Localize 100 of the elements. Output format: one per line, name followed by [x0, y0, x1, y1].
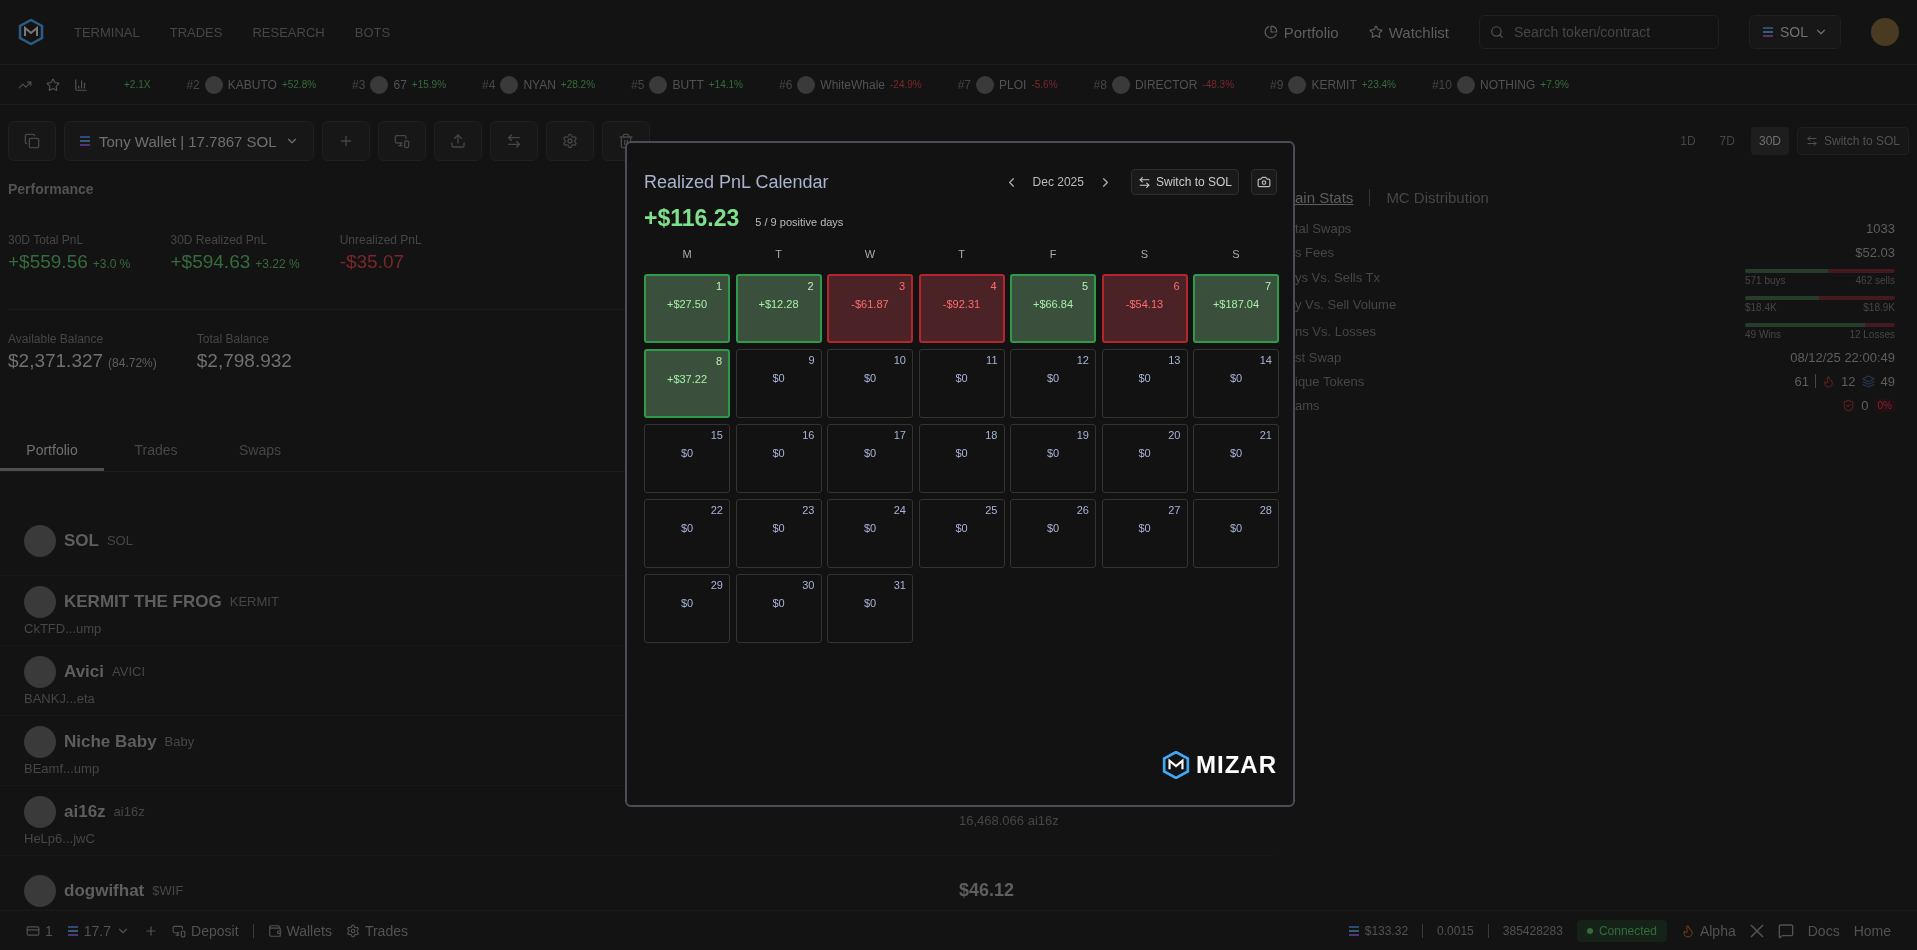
sol-icon	[66, 924, 79, 937]
sol-price: $133.32	[1347, 923, 1409, 938]
switch-currency-button[interactable]: Switch to SOL	[1796, 127, 1909, 155]
token-avatar	[500, 75, 519, 94]
token-avatar	[1111, 75, 1130, 94]
monitor-icon	[172, 923, 187, 938]
calendar-day[interactable]: 2 +$12.28	[735, 274, 822, 343]
transfer-button[interactable]	[489, 121, 538, 161]
token-avatar	[24, 874, 56, 907]
calendar-day[interactable]: 13 $0	[1101, 349, 1188, 418]
calendar-day[interactable]: 12 $0	[1010, 349, 1096, 418]
calendar-day[interactable]: 29 $0	[644, 574, 730, 643]
wallets-link[interactable]: Wallets	[267, 922, 332, 939]
calendar-day[interactable]: 30 $0	[735, 574, 822, 643]
balance-select[interactable]: 17.7	[66, 922, 131, 939]
timeframe-tab[interactable]: 30D	[1750, 127, 1789, 155]
holding-value: $46.12	[959, 880, 1015, 901]
pie-chart-icon	[1263, 25, 1278, 39]
calendar-day[interactable]: 5 +$66.84	[1010, 274, 1096, 343]
calendar-day[interactable]: 16 $0	[735, 424, 822, 493]
portfolio-link[interactable]: Portfolio	[1263, 23, 1339, 41]
calendar-day[interactable]: 20 $0	[1101, 424, 1188, 493]
token-name: Avici	[64, 661, 104, 682]
stat-value: 61	[1794, 373, 1810, 389]
calendar-day[interactable]: 9 $0	[735, 349, 822, 418]
calendar-day[interactable]: 27 $0	[1101, 499, 1188, 568]
calendar-day[interactable]: 28 $0	[1193, 499, 1279, 568]
sol-icon	[1762, 26, 1774, 38]
balance-value: $2,371.327	[8, 350, 104, 372]
calendar-day[interactable]: 4 -$92.31	[918, 274, 1005, 343]
token-avatar	[24, 585, 56, 618]
weekday-label: T	[774, 248, 783, 260]
alpha-link[interactable]: Alpha	[1680, 922, 1736, 939]
weekday-label: S	[1231, 248, 1241, 260]
deposit-link[interactable]: Deposit	[172, 922, 239, 939]
calendar-day[interactable]: 26 $0	[1010, 499, 1096, 568]
switch-currency-button[interactable]: Switch to SOL	[1130, 169, 1239, 195]
block-number: 385428283	[1502, 923, 1563, 938]
watchlist-link[interactable]: Watchlist	[1368, 23, 1449, 41]
arrows-icon	[505, 133, 522, 149]
chain-select[interactable]: SOL	[1749, 15, 1841, 49]
token-name: Niche Baby	[64, 731, 157, 752]
calendar-day[interactable]: 1 +$27.50	[644, 274, 730, 343]
upload-button[interactable]	[433, 121, 482, 161]
brand-name: MIZAR	[1196, 751, 1277, 779]
stat-value: 49	[1880, 373, 1895, 389]
monitor-button[interactable]	[377, 121, 426, 161]
month-label: Dec 2025	[1031, 175, 1085, 189]
calendar-day[interactable]: 24 $0	[827, 499, 913, 568]
avatar[interactable]	[1871, 18, 1899, 46]
x-logo-icon[interactable]	[1749, 923, 1764, 938]
chat-icon[interactable]	[1777, 922, 1794, 939]
wallet-select[interactable]: Tony Wallet | 17.7867 SOL	[64, 121, 314, 161]
calendar-day[interactable]: 15 $0	[644, 424, 730, 493]
section-title: Performance	[8, 181, 94, 197]
metric-value: +$594.63	[170, 251, 251, 273]
brand-logo-icon	[1162, 751, 1190, 779]
arrows-icon	[1137, 175, 1151, 189]
metric-change: +3.0 %	[92, 257, 131, 271]
calendar-day[interactable]: 17 $0	[827, 424, 913, 493]
calendar-day[interactable]: 25 $0	[918, 499, 1005, 568]
calendar-day[interactable]: 10 $0	[827, 349, 913, 418]
stat-value: 0	[1861, 397, 1869, 413]
calendar-day[interactable]: 3 -$61.87	[827, 274, 913, 343]
calendar-day[interactable]: 31 $0	[827, 574, 913, 643]
footer-link[interactable]: Home	[1853, 922, 1891, 939]
flame-icon	[1822, 374, 1836, 388]
settings-button[interactable]	[545, 121, 594, 161]
token-avatar	[797, 75, 816, 94]
token-avatar	[24, 524, 56, 557]
search-icon	[1490, 25, 1504, 39]
positive-days: 5 / 9 positive days	[755, 216, 844, 228]
calendar-day[interactable]: 14 $0	[1193, 349, 1279, 418]
calendar-day[interactable]: 22 $0	[644, 499, 730, 568]
dialog-title: Realized PnL Calendar	[644, 171, 829, 193]
token-avatar	[1456, 75, 1475, 94]
wallet-icon	[267, 923, 282, 938]
calendar-day[interactable]: 11 $0	[918, 349, 1005, 418]
calendar-day[interactable]: 7 +$187.04	[1193, 274, 1279, 343]
star-icon[interactable]	[46, 77, 60, 92]
copy-icon	[24, 133, 40, 149]
copy-button[interactable]	[8, 121, 56, 161]
footer-link[interactable]: Docs	[1807, 922, 1840, 939]
calendar-day[interactable]: 19 $0	[1010, 424, 1096, 493]
calendar-day[interactable]: 6 -$54.13	[1101, 274, 1188, 343]
calendar-day[interactable]: 18 $0	[918, 424, 1005, 493]
trash-icon	[617, 133, 634, 149]
wallet-count[interactable]: 1	[26, 922, 53, 939]
calendar-day[interactable]: 23 $0	[735, 499, 822, 568]
tab[interactable]: Portfolio	[0, 431, 104, 471]
calendar-day[interactable]: 21 $0	[1193, 424, 1279, 493]
stat-value: 08/12/25 22:00:49	[1790, 349, 1895, 365]
screenshot-button[interactable]	[1251, 169, 1277, 195]
trades-link[interactable]: Trades	[345, 922, 408, 939]
layers-icon	[1861, 374, 1875, 388]
bar-chart-icon[interactable]	[74, 77, 88, 92]
plus-icon[interactable]	[144, 923, 159, 938]
calendar-day[interactable]: 8 +$37.22	[644, 349, 730, 418]
ticker-change: +2.1X	[124, 79, 151, 90]
token-avatar	[204, 75, 223, 94]
